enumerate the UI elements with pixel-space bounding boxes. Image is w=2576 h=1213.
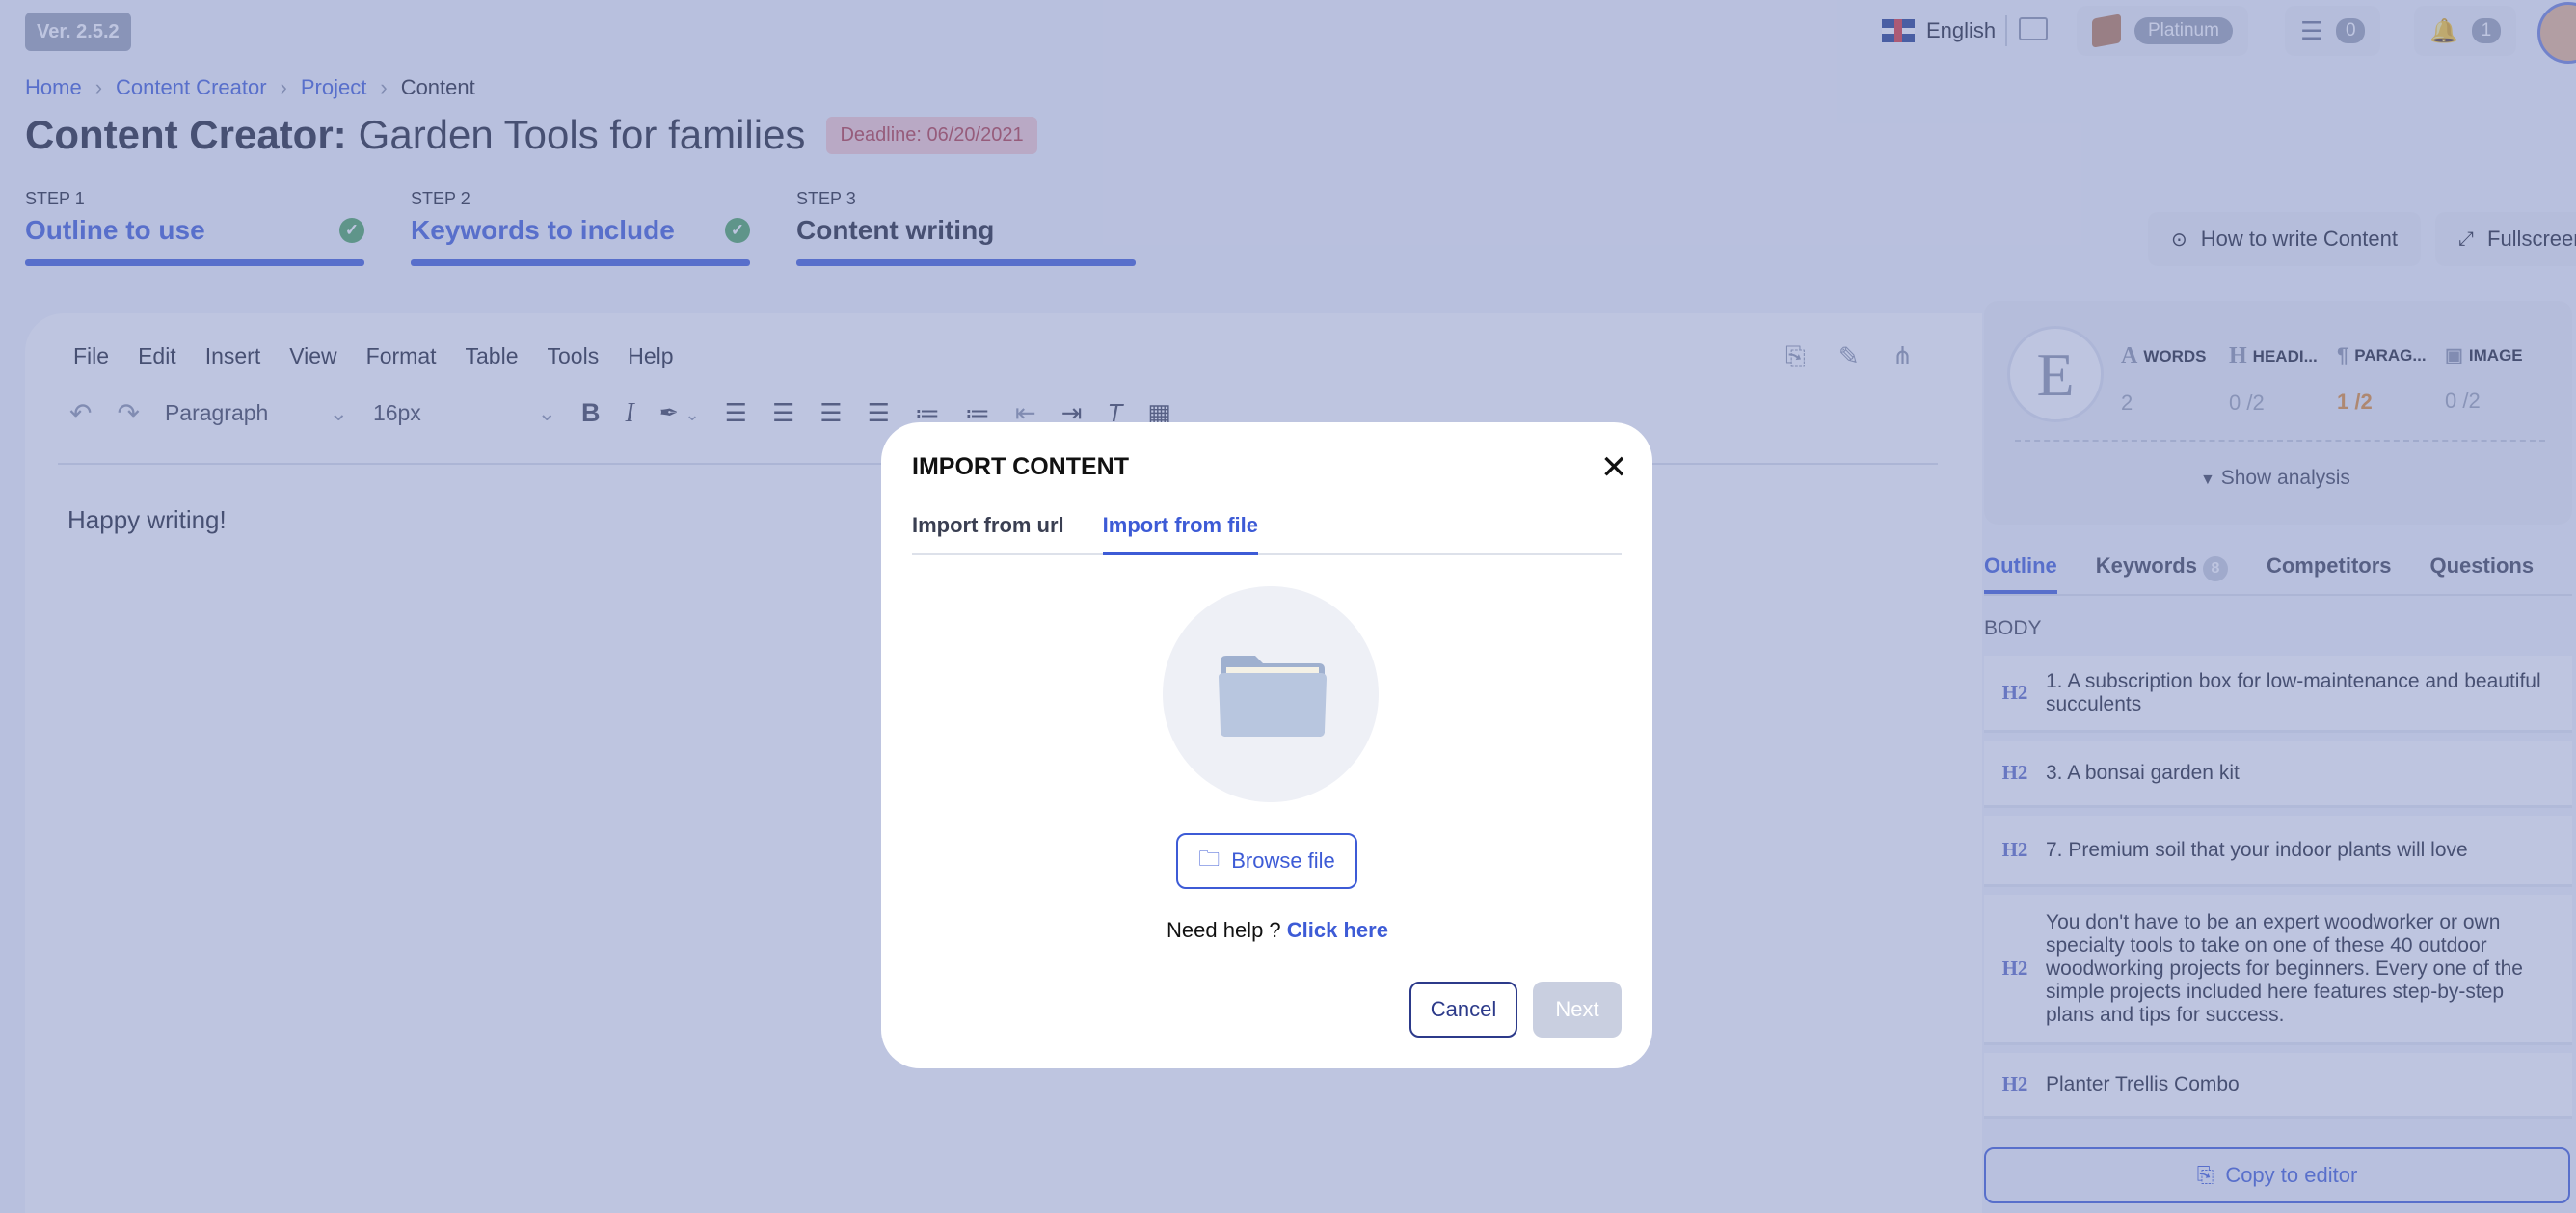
help-prompt: Need help ? [1167, 918, 1281, 942]
help-link[interactable]: Click here [1287, 918, 1388, 942]
help-text: Need help ? Click here [1167, 918, 1388, 943]
folder-open-icon: 🗀 [1198, 847, 1221, 871]
modal-tabs: Import from url Import from file [912, 513, 1622, 555]
tab-import-from-url[interactable]: Import from url [912, 513, 1064, 553]
tab-import-from-file[interactable]: Import from file [1102, 513, 1259, 555]
browse-file-label: Browse file [1231, 849, 1335, 873]
modal-title: IMPORT CONTENT [912, 453, 1129, 480]
folder-icon [1219, 656, 1327, 737]
next-button[interactable]: Next [1533, 982, 1622, 1038]
close-icon[interactable]: ✕ [1600, 451, 1628, 484]
browse-file-button[interactable]: 🗀 Browse file [1176, 833, 1357, 889]
cancel-button[interactable]: Cancel [1409, 982, 1517, 1038]
